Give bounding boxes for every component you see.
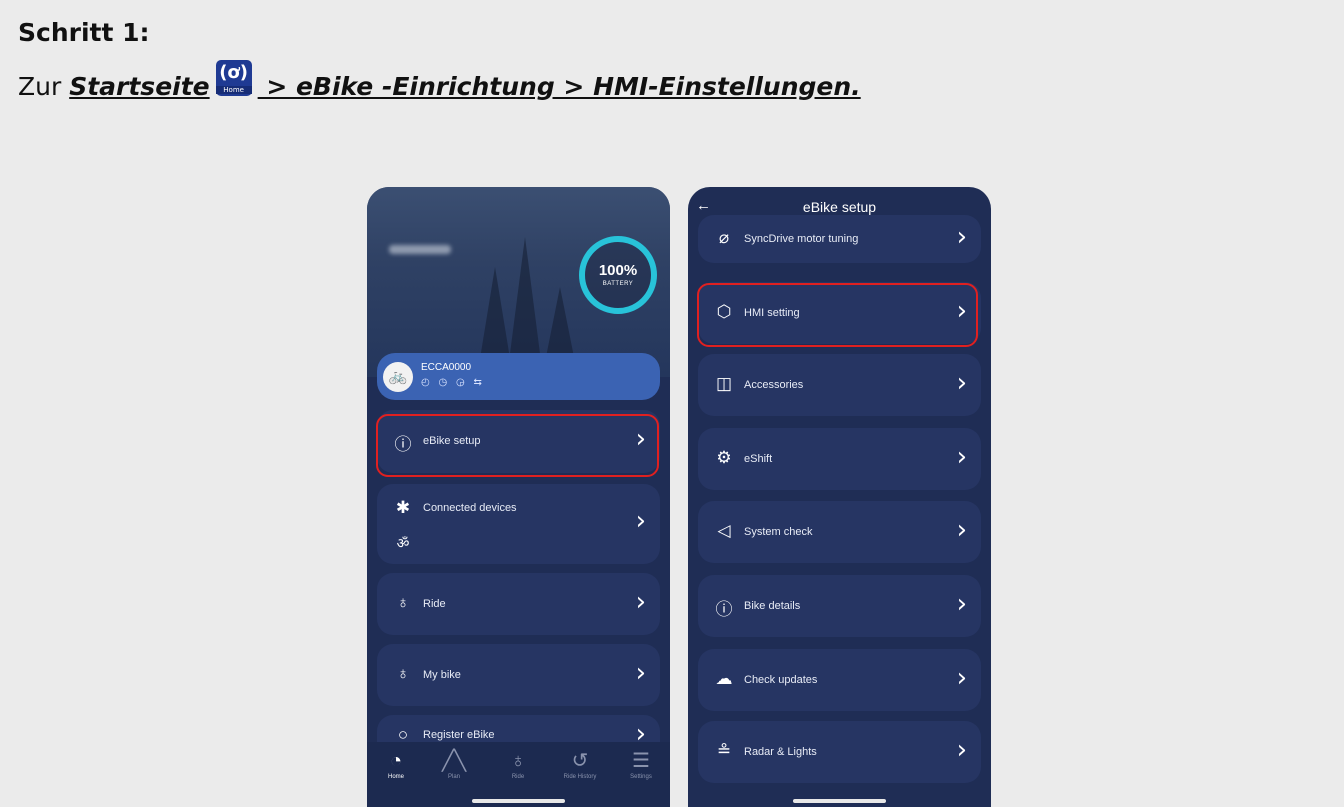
menu-item-label: System check xyxy=(744,526,813,538)
chevron-right-icon: › xyxy=(956,368,967,398)
sliders-icon: ☰ xyxy=(632,750,650,772)
link-home[interactable]: Startseite xyxy=(69,72,209,101)
tab-settings[interactable]: ☰ Settings xyxy=(616,750,666,780)
instruction-prefix: Zur xyxy=(18,71,70,101)
phone-ebike-setup-screen: ← eBike setup ⌀ SyncDrive motor tuning ›… xyxy=(688,187,991,807)
motor-icon: ⌀ xyxy=(718,228,730,247)
road-icon: ╱╲ xyxy=(441,750,467,772)
cyclist-icon: ♁ xyxy=(510,750,526,772)
blurred-user-name xyxy=(389,245,451,254)
tab-label: Ride History xyxy=(563,774,597,780)
menu-item-my-bike[interactable]: ♁ My bike › xyxy=(377,644,660,706)
battery-label: BATTERY xyxy=(602,281,634,287)
bluetooth-icon: ✱ xyxy=(395,498,411,517)
menu-item-label: Bike details xyxy=(744,600,801,612)
radar-icon: ≗ xyxy=(716,741,732,760)
speedometer-icon: (ơ) xyxy=(219,62,249,83)
menu-item-system-check[interactable]: ◁ System check › xyxy=(698,501,981,563)
chevron-right-icon: › xyxy=(956,663,967,693)
menu-item-label: Radar & Lights xyxy=(744,746,817,758)
menu-item-label: Connected devices xyxy=(423,502,517,514)
tab-home[interactable]: ◔ Home xyxy=(371,750,421,780)
history-icon: ↺ xyxy=(571,750,589,772)
highlight-ebike-setup xyxy=(376,414,659,477)
menu-item-radar-lights[interactable]: ≗ Radar & Lights › xyxy=(698,721,981,783)
bike-name: ECCA0000 xyxy=(421,362,472,373)
menu-item-label: My bike xyxy=(423,669,461,681)
menu-item-accessories[interactable]: ◫ Accessories › xyxy=(698,354,981,416)
lamp-icon: ◫ xyxy=(715,374,733,393)
highlight-hmi-setting xyxy=(697,283,978,347)
phone-home-screen: 100% BATTERY 🚲 ECCA0000 ◴ ◷ ◶ ⇆ ⓘ eBike … xyxy=(367,187,670,807)
bike-card[interactable]: 🚲 ECCA0000 ◴ ◷ ◶ ⇆ xyxy=(377,353,660,400)
home-indicator xyxy=(472,799,565,803)
bike-avatar: 🚲 xyxy=(383,362,413,392)
bicycle-icon: ॐ xyxy=(396,535,410,551)
chevron-right-icon: › xyxy=(956,222,967,252)
tab-label: Plan xyxy=(447,774,460,780)
send-icon: ◁ xyxy=(717,521,731,540)
screen-title: eBike setup xyxy=(802,199,877,215)
cyclist-icon: ♁ xyxy=(396,593,410,612)
chevron-right-icon: › xyxy=(956,589,967,619)
chevron-right-icon: › xyxy=(956,735,967,765)
menu-item-label: Check updates xyxy=(744,674,818,686)
home-indicator xyxy=(793,799,886,803)
cloud-icon: ☁ xyxy=(715,669,733,688)
menu-item-ride[interactable]: ♁ Ride › xyxy=(377,573,660,635)
home-app-icon: (ơ) Home xyxy=(215,60,252,96)
gauge-icon: ◴ xyxy=(421,377,433,388)
menu-item-syncdrive[interactable]: ⌀ SyncDrive motor tuning › xyxy=(698,215,981,263)
tab-label: Settings xyxy=(630,774,652,780)
hero-image: 100% BATTERY xyxy=(367,187,670,377)
menu-item-label: Accessories xyxy=(744,379,804,391)
battery-percent: 100% xyxy=(598,262,638,279)
bike-status-icons: ◴ ◷ ◶ ⇆ xyxy=(421,377,485,388)
chevron-right-icon: › xyxy=(956,442,967,472)
shift-icon: ⇆ xyxy=(473,377,485,388)
speed-icon: ◶ xyxy=(456,377,468,388)
clock-icon: ◷ xyxy=(438,377,451,388)
chevron-right-icon: › xyxy=(635,506,646,536)
tab-ride[interactable]: ♁ Ride xyxy=(493,750,543,780)
tab-label: Home xyxy=(387,774,404,780)
battery-gauge: 100% BATTERY xyxy=(579,236,657,314)
bottom-tab-bar: ◔ Home ╱╲ Plan ♁ Ride ↺ Ride History ☰ S… xyxy=(367,742,670,807)
chevron-right-icon: › xyxy=(635,587,646,617)
chevron-right-icon: › xyxy=(635,658,646,688)
bicycle-icon: ♁ xyxy=(396,664,410,683)
menu-item-check-updates[interactable]: ☁ Check updates › xyxy=(698,649,981,711)
menu-item-eshift[interactable]: ⚙ eShift › xyxy=(698,428,981,490)
tab-label: Ride xyxy=(511,774,525,780)
menu-item-label: eShift xyxy=(744,453,773,465)
menu-item-label: Register eBike xyxy=(423,729,495,741)
link-path[interactable]: > eBike -Einrichtung > HMI-Einstellungen… xyxy=(258,72,860,101)
menu-item-label: SyncDrive motor tuning xyxy=(744,233,859,245)
instruction-text: Zur Startseite (ơ) Home > eBike -Einrich… xyxy=(18,60,861,104)
menu-item-label: Ride xyxy=(423,598,446,610)
chevron-right-icon: › xyxy=(956,515,967,545)
menu-item-bike-details[interactable]: ⓘ Bike details › xyxy=(698,575,981,637)
speedometer-icon: ◔ xyxy=(389,750,403,772)
step-heading: Schritt 1: xyxy=(18,18,150,47)
home-icon-label: Home xyxy=(215,86,252,94)
tab-plan[interactable]: ╱╲ Plan xyxy=(429,750,479,780)
info-icon: ⓘ xyxy=(715,600,733,619)
tab-ride-history[interactable]: ↺ Ride History xyxy=(555,750,605,780)
gear-shift-icon: ⚙ xyxy=(716,448,732,467)
menu-item-connected-devices[interactable]: ✱ Connected devices ॐ › xyxy=(377,484,660,564)
